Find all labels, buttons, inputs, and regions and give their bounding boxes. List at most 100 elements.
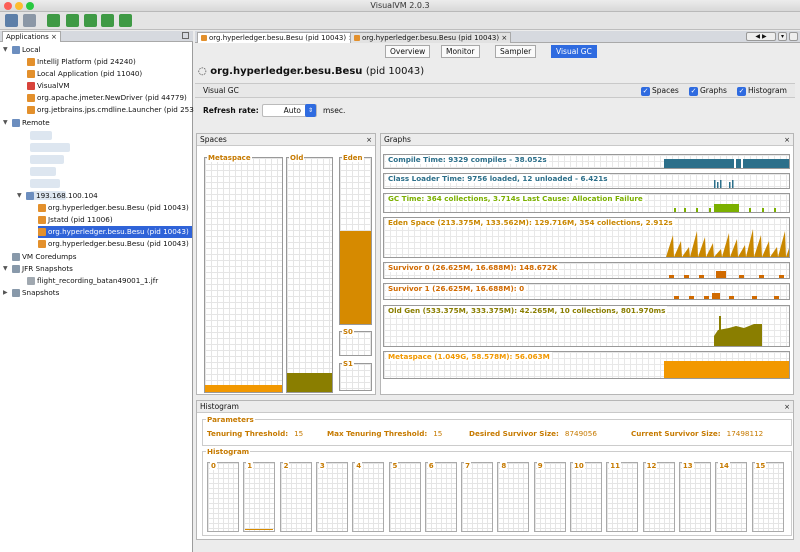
tree-snapshots[interactable]: Snapshots bbox=[12, 287, 59, 299]
histogram-panel: Histogram × Parameters Tenuring Threshold… bbox=[196, 400, 794, 540]
tab-sampler[interactable]: Sampler bbox=[495, 45, 537, 58]
close-tab-icon[interactable]: × bbox=[501, 34, 507, 42]
expand-remote-icon[interactable]: ▼ bbox=[3, 117, 8, 129]
minimize-panel-icon[interactable] bbox=[182, 32, 189, 39]
tree-item-intellij[interactable]: IntelliJ Platform (pid 24240) bbox=[27, 56, 136, 68]
minimize-window-icon[interactable] bbox=[15, 2, 23, 10]
expand-local-icon[interactable]: ▼ bbox=[3, 44, 8, 56]
eden-column: Eden bbox=[339, 154, 372, 325]
zoom-window-icon[interactable] bbox=[26, 2, 34, 10]
tree-local-label: Local bbox=[22, 45, 41, 54]
survivor-1-mark bbox=[704, 296, 709, 299]
graph-metaspace: Metaspace (1.049G, 58.578M): 56.063M bbox=[383, 351, 790, 379]
close-tab-icon[interactable]: × bbox=[51, 33, 57, 41]
histogram-group: Histogram 0 1 2 3 4 5 6 7 8 9 10 11 12 13 14 15 bbox=[202, 447, 792, 536]
tree-item-besu-1[interactable]: org.hyperledger.besu.Besu (pid 10043) bbox=[38, 202, 189, 214]
main-toolbar bbox=[0, 12, 800, 30]
eden-space-area bbox=[664, 229, 789, 257]
param-max-tenuring-threshold: Max Tenuring Threshold: 15 bbox=[327, 429, 443, 438]
open-icon[interactable] bbox=[5, 14, 18, 27]
histogram-bin-15: 15 bbox=[751, 462, 784, 532]
tree-item-besu-selected[interactable]: org.hyperledger.besu.Besu (pid 10043) bbox=[38, 226, 192, 238]
checkmark-icon: ✓ bbox=[737, 86, 746, 96]
refresh-rate-select[interactable]: Auto ⇕ bbox=[262, 104, 317, 117]
histogram-checkbox[interactable]: ✓ Histogram bbox=[737, 86, 787, 96]
tab-monitor[interactable]: Monitor bbox=[441, 45, 480, 58]
close-panel-icon[interactable]: × bbox=[784, 401, 790, 413]
old-gen-area bbox=[714, 324, 762, 346]
survivor-1-mark bbox=[774, 296, 779, 299]
save-icon[interactable] bbox=[23, 14, 36, 27]
eden-fill bbox=[340, 231, 371, 324]
survivor-0-mark bbox=[739, 275, 744, 278]
add-jmx-connection-icon[interactable] bbox=[84, 14, 97, 27]
histogram-bin-label: 13 bbox=[681, 462, 694, 470]
tree-jfr-snapshots[interactable]: JFR Snapshots bbox=[12, 263, 73, 275]
redacted-host bbox=[30, 131, 52, 140]
tree-remote[interactable]: Remote bbox=[12, 117, 50, 129]
histogram-bin-13: 13 bbox=[678, 462, 711, 532]
java-app-icon bbox=[27, 94, 35, 102]
applications-tab-label: Applications bbox=[6, 33, 49, 41]
tree-item-local-application[interactable]: Local Application (pid 11040) bbox=[27, 68, 142, 80]
s0-column: S0 bbox=[339, 328, 372, 356]
tab-visual-gc[interactable]: Visual GC bbox=[551, 45, 597, 58]
histogram-bin-label: 8 bbox=[500, 462, 508, 470]
java-app-icon bbox=[38, 240, 46, 248]
maximize-icon[interactable] bbox=[789, 32, 798, 41]
gc-time-block bbox=[714, 204, 739, 212]
redacted-host bbox=[30, 143, 70, 152]
tree-item-jps-launcher[interactable]: org.jetbrains.jps.cmdline.Launcher (pid … bbox=[27, 104, 194, 116]
tree-vm-coredumps[interactable]: VM Coredumps bbox=[12, 251, 76, 263]
metaspace-fill bbox=[205, 384, 282, 392]
tree-item-jstatd[interactable]: Jstatd (pid 11006) bbox=[38, 214, 113, 226]
survivor-1-mark bbox=[689, 296, 694, 299]
add-jdbc-icon[interactable] bbox=[47, 14, 60, 27]
gc-time-spike bbox=[696, 208, 698, 212]
tree-jfr-file[interactable]: flight_recording_batan49001_1.jfr bbox=[27, 275, 158, 287]
histogram-bin-9: 9 bbox=[533, 462, 566, 532]
visualvm-window: VisualVM 2.0.3 Applications × ▼ Local In… bbox=[0, 0, 800, 552]
title-bar: VisualVM 2.0.3 bbox=[0, 0, 800, 12]
survivor-0-mark bbox=[669, 275, 674, 278]
tab-list-icon[interactable]: ▾ bbox=[778, 32, 787, 41]
tree-item-jmeter[interactable]: org.apache.jmeter.NewDriver (pid 44779) bbox=[27, 92, 187, 104]
spaces-checkbox[interactable]: ✓ Spaces bbox=[641, 86, 679, 96]
tree-item-visualvm[interactable]: VisualVM bbox=[27, 80, 70, 92]
network-icon bbox=[12, 119, 20, 127]
histogram-bin-2: 2 bbox=[279, 462, 312, 532]
graphs-checkbox[interactable]: ✓ Graphs bbox=[689, 86, 727, 96]
expand-snapshots-icon[interactable]: ▶ bbox=[3, 287, 8, 299]
applications-tab[interactable]: Applications × bbox=[2, 31, 61, 42]
add-snapshot-icon[interactable] bbox=[119, 14, 132, 27]
close-panel-icon[interactable]: × bbox=[366, 134, 372, 146]
tree-host[interactable]: 193.168.100.104 bbox=[26, 190, 98, 202]
java-app-icon bbox=[38, 216, 46, 224]
tab-overview[interactable]: Overview bbox=[385, 45, 431, 58]
tree-local[interactable]: Local bbox=[12, 44, 41, 56]
histogram-bin-10: 10 bbox=[570, 462, 602, 532]
visual-gc-header: Visual GC ✓ Spaces ✓ Graphs ✓ Histogram bbox=[195, 83, 795, 98]
old-gen-mark bbox=[719, 316, 721, 346]
close-window-icon[interactable] bbox=[4, 2, 12, 10]
parameters-title: Parameters bbox=[206, 415, 255, 424]
java-app-icon bbox=[354, 35, 360, 41]
compile-time-gap bbox=[741, 159, 743, 168]
add-remote-host-icon[interactable] bbox=[66, 14, 79, 27]
tab-scroll-icon[interactable]: ◀ ▶ bbox=[746, 32, 776, 41]
add-vm-coredump-icon[interactable] bbox=[101, 14, 114, 27]
window-title: VisualVM 2.0.3 bbox=[370, 1, 430, 10]
tree-item-besu-3[interactable]: org.hyperledger.besu.Besu (pid 10043) bbox=[38, 238, 189, 250]
expand-jfr-icon[interactable]: ▼ bbox=[3, 263, 8, 275]
checkmark-icon: ✓ bbox=[641, 86, 650, 96]
histogram-bin-label: 10 bbox=[573, 462, 585, 470]
graph-survivor-0: Survivor 0 (26.625M, 16.688M): 148.672K bbox=[383, 262, 790, 279]
redacted-host bbox=[30, 167, 56, 176]
metaspace-column: Metaspace bbox=[204, 154, 283, 393]
expand-host-icon[interactable]: ▼ bbox=[17, 190, 22, 202]
doc-tab-2[interactable]: org.hyperledger.besu.Besu (pid 10043) × bbox=[350, 32, 512, 43]
histogram-bin-11: 11 bbox=[606, 462, 639, 532]
close-panel-icon[interactable]: × bbox=[784, 134, 790, 146]
doc-tab-1[interactable]: org.hyperledger.besu.Besu (pid 10043) × bbox=[197, 32, 359, 43]
spaces-panel: Spaces × Metaspace Old Eden S0 S1 bbox=[196, 133, 376, 395]
